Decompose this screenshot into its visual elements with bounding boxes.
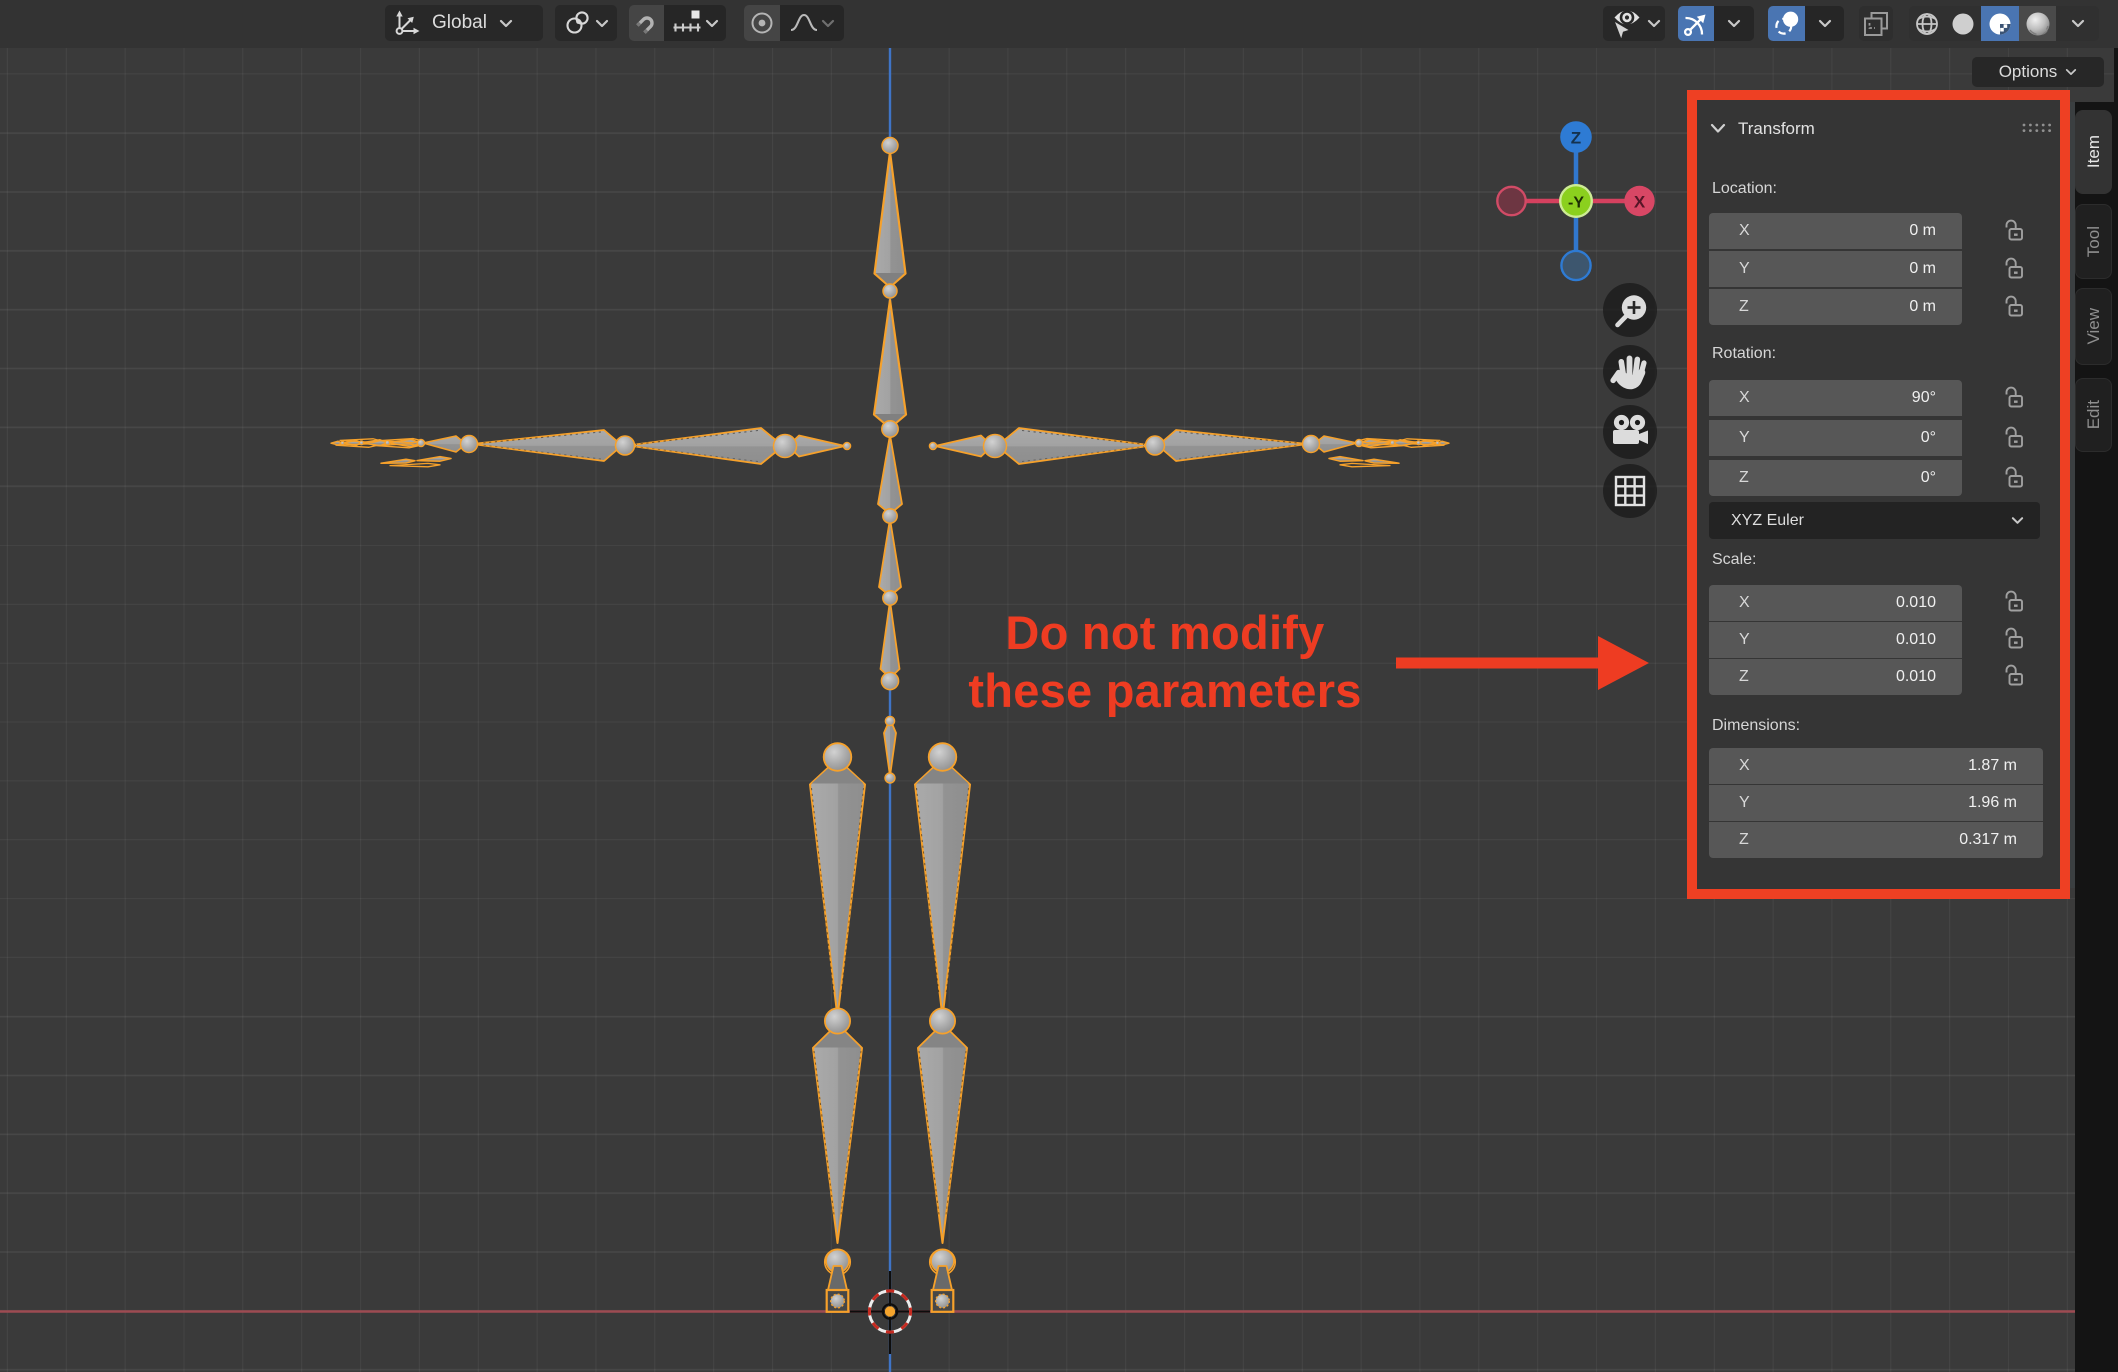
svg-text:-Y: -Y (1568, 195, 1584, 212)
svg-text:Z: Z (1571, 129, 1581, 148)
svg-text:X: X (1634, 193, 1646, 212)
